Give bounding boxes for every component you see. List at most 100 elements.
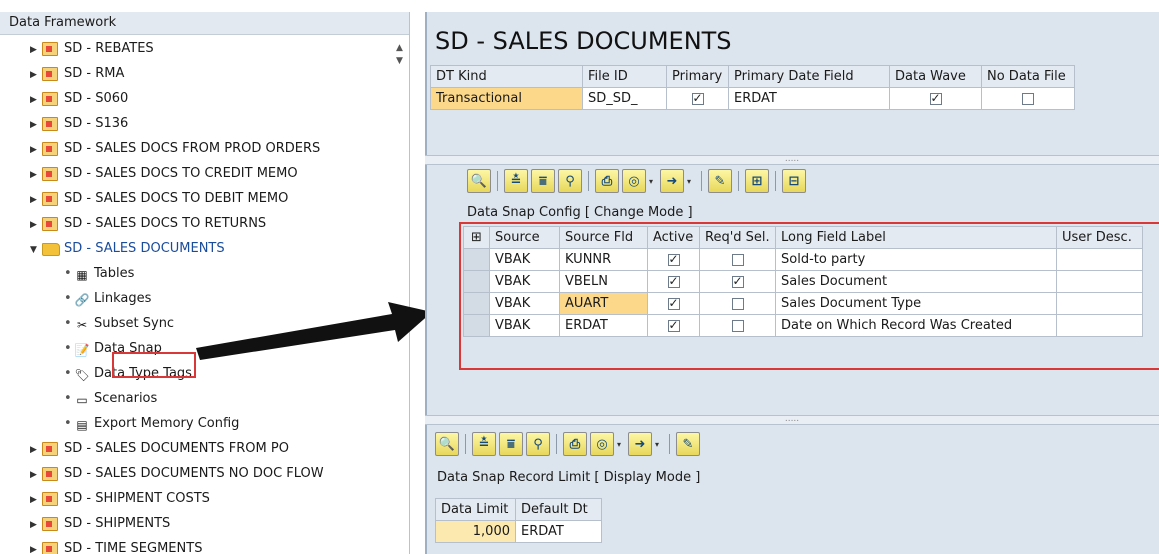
expand-icon[interactable]: ▶ (30, 145, 37, 155)
tree-child-0[interactable]: • ▦ Tables (0, 264, 392, 288)
active-checkbox[interactable] (667, 318, 680, 332)
col-data-limit[interactable]: Data Limit (435, 498, 516, 521)
row-selector[interactable] (463, 314, 490, 337)
row-selector[interactable] (463, 248, 490, 271)
no-data-file-checkbox[interactable] (1022, 92, 1034, 105)
long-label-cell[interactable]: Date on Which Record Was Created (775, 314, 1057, 337)
expand-icon[interactable]: ▶ (30, 95, 37, 105)
reqd-sel-checkbox[interactable] (731, 274, 744, 288)
expand-icon[interactable]: ▶ (30, 545, 37, 554)
source-cell[interactable]: VBAK (489, 292, 560, 315)
source-fld-cell[interactable]: KUNNR (559, 248, 648, 271)
active-cell[interactable] (647, 292, 700, 315)
tree-item-before-0[interactable]: ▶ SD - REBATES (0, 39, 392, 63)
tree-scrollbar[interactable]: ▲ ▼ (392, 35, 409, 95)
edit-icon[interactable]: ✎ (708, 169, 732, 193)
print-icon[interactable]: ⎙ (595, 169, 619, 193)
source-cell[interactable]: VBAK (489, 248, 560, 271)
export-icon[interactable]: ➜ (628, 432, 652, 456)
tree-item-expanded[interactable]: ▼ SD - SALES DOCUMENTS (0, 239, 392, 263)
expand-icon[interactable]: ▶ (30, 520, 37, 530)
select-all-icon[interactable]: ⊞ (463, 226, 490, 249)
collapse-icon[interactable]: ▼ (30, 245, 37, 255)
limit-row[interactable]: 1,000 ERDAT (435, 520, 602, 543)
expand-icon[interactable]: ▶ (30, 495, 37, 505)
active-checkbox[interactable] (667, 252, 680, 266)
expand-icon[interactable]: ▶ (30, 170, 37, 180)
tree-item-before-6[interactable]: ▶ SD - SALES DOCS TO DEBIT MEMO (0, 189, 392, 213)
find-icon[interactable]: ⚲ (558, 169, 582, 193)
col-file-id[interactable]: File ID (582, 65, 667, 88)
col-default-dt[interactable]: Default Dt (515, 498, 602, 521)
source-cell[interactable]: VBAK (489, 314, 560, 337)
tree-item-before-1[interactable]: ▶ SD - RMA (0, 64, 392, 88)
expand-icon[interactable]: ▶ (30, 470, 37, 480)
active-cell[interactable] (647, 314, 700, 337)
source-fld-cell[interactable]: VBELN (559, 270, 648, 293)
tree-item-after-2[interactable]: ▶ SD - SHIPMENT COSTS (0, 489, 392, 513)
scroll-up-icon[interactable]: ▲ (396, 43, 403, 53)
user-desc-cell[interactable] (1056, 314, 1143, 337)
reqd-sel-cell[interactable] (699, 314, 776, 337)
expand-icon[interactable]: ▶ (30, 45, 37, 55)
col-data-wave[interactable]: Data Wave (889, 65, 982, 88)
layout-icon[interactable]: ◎ (622, 169, 646, 193)
table-row[interactable]: VBAKVBELN Sales Document (463, 270, 1143, 293)
tree-item-after-0[interactable]: ▶ SD - SALES DOCUMENTS FROM PO (0, 439, 392, 463)
table-row[interactable]: VBAKERDAT Date on Which Record Was Create… (463, 314, 1143, 337)
dt-row[interactable]: Transactional SD_SD_ ERDAT (430, 87, 1075, 110)
data-limit-cell[interactable]: 1,000 (435, 520, 516, 543)
default-dt-cell[interactable]: ERDAT (515, 520, 602, 543)
col-reqd-sel[interactable]: Req'd Sel. (699, 226, 776, 249)
col-long-label[interactable]: Long Field Label (775, 226, 1057, 249)
col-primary-date[interactable]: Primary Date Field (728, 65, 890, 88)
active-checkbox[interactable] (667, 274, 680, 288)
col-user-desc[interactable]: User Desc. (1056, 226, 1143, 249)
expand-icon[interactable]: ▶ (30, 120, 37, 130)
col-no-data-file[interactable]: No Data File (981, 65, 1075, 88)
dt-kind-cell[interactable]: Transactional (430, 87, 583, 110)
source-fld-cell[interactable]: ERDAT (559, 314, 648, 337)
col-dt-kind[interactable]: DT Kind (430, 65, 583, 88)
details-icon[interactable]: 🔍 (467, 169, 491, 193)
export-icon[interactable]: ➜ (660, 169, 684, 193)
long-label-cell[interactable]: Sales Document (775, 270, 1057, 293)
file-id-cell[interactable]: SD_SD_ (582, 87, 667, 110)
row-selector[interactable] (463, 270, 490, 293)
active-cell[interactable] (647, 248, 700, 271)
details-icon[interactable]: 🔍 (435, 432, 459, 456)
tree-item-after-1[interactable]: ▶ SD - SALES DOCUMENTS NO DOC FLOW (0, 464, 392, 488)
export-dropdown-icon[interactable]: ▾ (655, 440, 663, 449)
tree-item-before-3[interactable]: ▶ SD - S136 (0, 114, 392, 138)
splitter-top[interactable]: ..... (425, 155, 1159, 165)
primary-checkbox[interactable] (691, 91, 704, 105)
row-selector[interactable] (463, 292, 490, 315)
long-label-cell[interactable]: Sold-to party (775, 248, 1057, 271)
source-cell[interactable]: VBAK (489, 270, 560, 293)
source-fld-cell[interactable]: AUART (559, 292, 648, 315)
sort-asc-icon[interactable]: ≛ (504, 169, 528, 193)
col-source[interactable]: Source (489, 226, 560, 249)
col-source-fld[interactable]: Source Fld (559, 226, 648, 249)
user-desc-cell[interactable] (1056, 248, 1143, 271)
tree-item-after-4[interactable]: ▶ SD - TIME SEGMENTS (0, 539, 392, 554)
active-cell[interactable] (647, 270, 700, 293)
reqd-sel-cell[interactable] (699, 248, 776, 271)
tree-item-before-2[interactable]: ▶ SD - S060 (0, 89, 392, 113)
layout-icon[interactable]: ◎ (590, 432, 614, 456)
scroll-down-icon[interactable]: ▼ (396, 56, 403, 66)
expand-icon[interactable]: ▶ (30, 70, 37, 80)
reqd-sel-checkbox[interactable] (731, 297, 744, 310)
active-checkbox[interactable] (667, 296, 680, 310)
splitter-bottom[interactable]: ..... (425, 415, 1159, 425)
expand-icon[interactable]: ▶ (30, 220, 37, 230)
col-active[interactable]: Active (647, 226, 700, 249)
sort-asc-icon[interactable]: ≛ (472, 432, 496, 456)
user-desc-cell[interactable] (1056, 270, 1143, 293)
col-primary[interactable]: Primary (666, 65, 729, 88)
reqd-sel-checkbox[interactable] (731, 319, 744, 332)
long-label-cell[interactable]: Sales Document Type (775, 292, 1057, 315)
tree-child-5[interactable]: • ▭ Scenarios (0, 389, 392, 413)
reqd-sel-cell[interactable] (699, 270, 776, 293)
expand-icon[interactable]: ▶ (30, 445, 37, 455)
